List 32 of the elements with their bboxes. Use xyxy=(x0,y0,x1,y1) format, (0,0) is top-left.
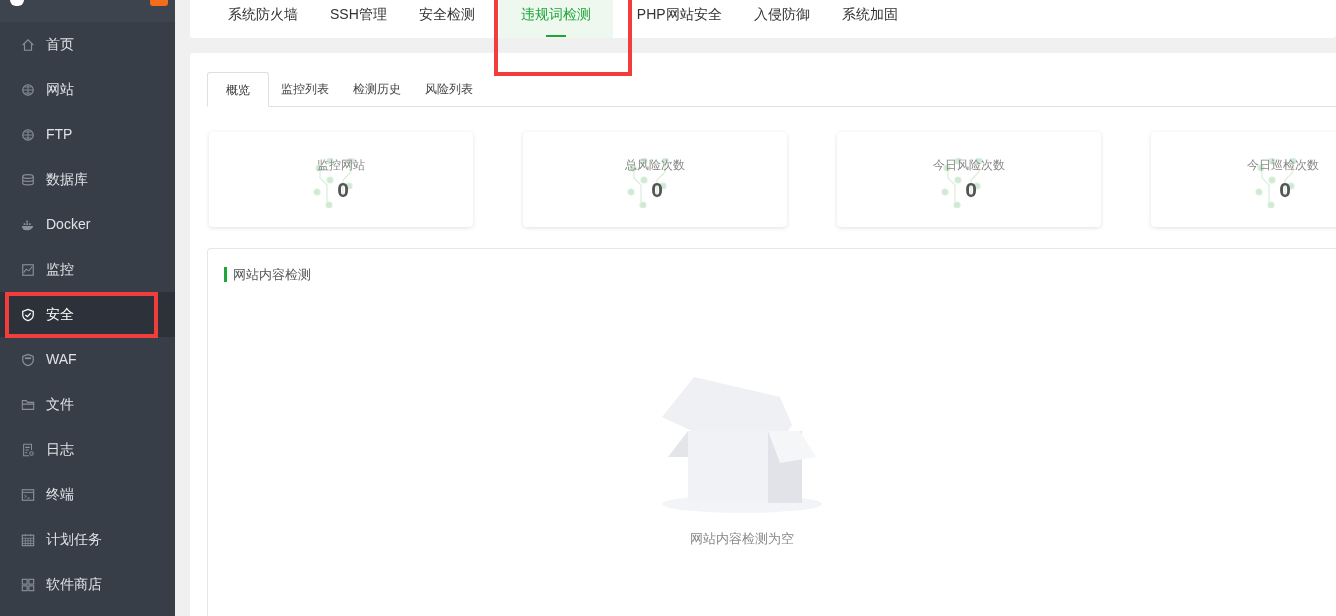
sidebar-item[interactable]: FTP xyxy=(0,112,175,157)
stat-value: 0 xyxy=(651,178,663,202)
top-tab[interactable]: 安全检测 xyxy=(410,0,483,38)
stat-value: 0 xyxy=(1279,178,1291,202)
sidebar-item[interactable]: 软件商店 xyxy=(0,562,175,607)
sidebar-item[interactable]: WAF xyxy=(0,337,175,382)
sub-tab[interactable]: 概览 xyxy=(207,72,269,107)
stat-label: 监控网站 xyxy=(317,157,365,174)
sidebar-item[interactable]: 文件 xyxy=(0,382,175,427)
top-tab[interactable]: SSH管理 xyxy=(322,0,395,38)
section-title: 网站内容检测 xyxy=(233,266,311,284)
sidebar-item[interactable]: 终端 xyxy=(0,472,175,517)
sidebar-item[interactable]: 首页 xyxy=(0,22,175,67)
sidebar-item[interactable]: Docker xyxy=(0,202,175,247)
sidebar-item[interactable]: 日志 xyxy=(0,427,175,472)
sub-tab[interactable]: 风险列表 xyxy=(415,72,483,106)
stat-value: 0 xyxy=(965,178,977,202)
sub-tab[interactable]: 检测历史 xyxy=(343,72,411,106)
stat-label: 今日巡检次数 xyxy=(1247,157,1319,174)
sidebar-item[interactable]: 数据库 xyxy=(0,157,175,202)
sidebar-item[interactable]: 计划任务 xyxy=(0,517,175,562)
stat-label: 总风险次数 xyxy=(625,157,685,174)
top-tab[interactable]: 系统加固 xyxy=(833,0,906,38)
top-tab[interactable]: PHP网站安全 xyxy=(628,0,730,38)
sidebar-item[interactable]: 监控 xyxy=(0,247,175,292)
sub-tab[interactable]: 监控列表 xyxy=(271,72,339,106)
top-tab[interactable]: 系统防火墙 xyxy=(220,0,306,38)
empty-state-text: 网站内容检测为空 xyxy=(690,529,794,548)
top-tab[interactable]: 入侵防御 xyxy=(745,0,818,38)
stat-label: 今日风险次数 xyxy=(933,157,1005,174)
stat-value: 0 xyxy=(337,178,349,202)
sidebar-item[interactable]: 网站 xyxy=(0,67,175,112)
